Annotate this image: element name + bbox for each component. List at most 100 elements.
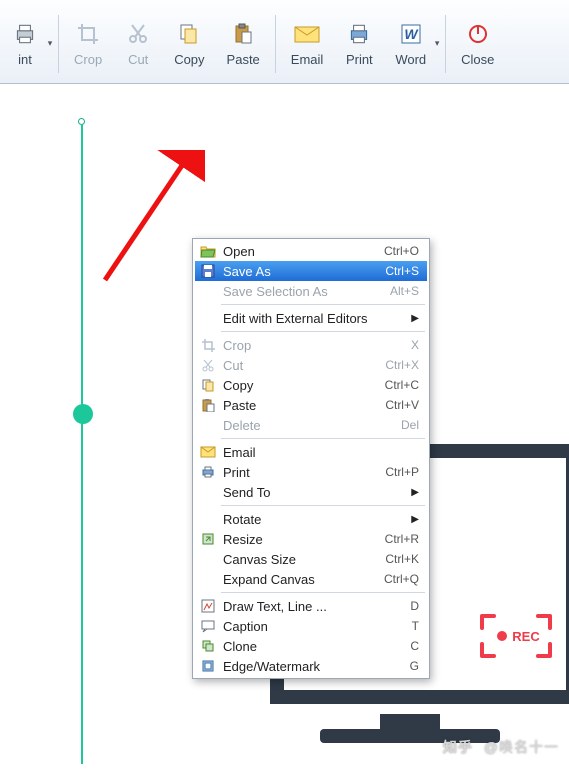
menu-item-label: Save Selection As: [223, 284, 390, 299]
menu-item-open[interactable]: OpenCtrl+O: [195, 241, 427, 261]
printer-icon: [345, 20, 373, 48]
menu-item-label: Clone: [223, 639, 410, 654]
menu-item-draw-text-line[interactable]: Draw Text, Line ...D: [195, 596, 427, 616]
separator: [275, 15, 276, 73]
submenu-arrow-icon: ▶: [411, 313, 419, 324]
menu-separator: [221, 438, 425, 439]
draw-icon: [197, 597, 219, 615]
clone-icon: [197, 637, 219, 655]
menu-item-shortcut: Del: [401, 418, 419, 432]
edge-icon: [197, 657, 219, 675]
menu-item-label: Delete: [223, 418, 401, 433]
menu-item-print[interactable]: PrintCtrl+P: [195, 462, 427, 482]
menu-item-save-as[interactable]: Save AsCtrl+S: [195, 261, 427, 281]
menu-item-shortcut: Ctrl+P: [385, 465, 419, 479]
menu-item-send-to[interactable]: Send To▶: [195, 482, 427, 502]
menu-separator: [221, 304, 425, 305]
caption-icon: [197, 617, 219, 635]
menu-item-caption[interactable]: CaptionT: [195, 616, 427, 636]
rec-badge: REC: [480, 614, 552, 658]
menu-separator: [221, 592, 425, 593]
word-button[interactable]: W Word: [386, 9, 435, 79]
cut-button[interactable]: Cut: [115, 9, 161, 79]
word-icon: W: [397, 20, 425, 48]
menu-item-shortcut: Ctrl+Q: [384, 572, 419, 586]
blank-icon: [197, 416, 219, 434]
folder-open-icon: [197, 242, 219, 260]
menu-item-shortcut: Ctrl+K: [385, 552, 419, 566]
paste-icon: [197, 396, 219, 414]
close-button[interactable]: Close: [452, 9, 503, 79]
print-button-2[interactable]: Print: [336, 9, 382, 79]
menu-item-label: Email: [223, 445, 419, 460]
svg-text:REC: REC: [512, 629, 540, 644]
menu-item-label: Draw Text, Line ...: [223, 599, 410, 614]
power-icon: [464, 20, 492, 48]
separator: [445, 15, 446, 73]
clipboard-icon: [229, 20, 257, 48]
menu-item-label: Resize: [223, 532, 385, 547]
menu-item-shortcut: T: [412, 619, 419, 633]
menu-item-label: Save As: [223, 264, 385, 279]
menu-item-shortcut: G: [410, 659, 419, 673]
resize-icon: [197, 530, 219, 548]
menu-item-email[interactable]: Email: [195, 442, 427, 462]
menu-item-shortcut: Ctrl+S: [385, 264, 419, 278]
toolbar: int ▾ Crop Cut Copy Paste Email: [0, 0, 569, 84]
copy-icon: [175, 20, 203, 48]
menu-item-label: Canvas Size: [223, 552, 385, 567]
dropdown-icon[interactable]: ▾: [433, 9, 441, 79]
blank-icon: [197, 510, 219, 528]
menu-item-cut: CutCtrl+X: [195, 355, 427, 375]
menu-item-label: Paste: [223, 398, 385, 413]
menu-item-expand-canvas[interactable]: Expand CanvasCtrl+Q: [195, 569, 427, 589]
crop-icon: [74, 20, 102, 48]
dropdown-icon[interactable]: ▾: [46, 9, 54, 79]
menu-item-resize[interactable]: ResizeCtrl+R: [195, 529, 427, 549]
menu-separator: [221, 331, 425, 332]
selection-edge[interactable]: [81, 124, 83, 764]
menu-item-save-selection-as: Save Selection AsAlt+S: [195, 281, 427, 301]
svg-text:W: W: [404, 26, 419, 42]
watermark: 知乎 @唤名十一: [443, 737, 559, 757]
menu-item-label: Cut: [223, 358, 385, 373]
context-menu: OpenCtrl+OSave AsCtrl+SSave Selection As…: [192, 238, 430, 679]
selection-handle-mid[interactable]: [73, 404, 93, 424]
submenu-arrow-icon: ▶: [411, 514, 419, 525]
blank-icon: [197, 309, 219, 327]
save-icon: [197, 262, 219, 280]
menu-item-copy[interactable]: CopyCtrl+C: [195, 375, 427, 395]
menu-item-paste[interactable]: PasteCtrl+V: [195, 395, 427, 415]
menu-item-shortcut: Ctrl+O: [384, 244, 419, 258]
menu-item-label: Copy: [223, 378, 385, 393]
menu-item-canvas-size[interactable]: Canvas SizeCtrl+K: [195, 549, 427, 569]
menu-item-crop: CropX: [195, 335, 427, 355]
cut-icon: [197, 356, 219, 374]
paste-button[interactable]: Paste: [218, 9, 269, 79]
blank-icon: [197, 550, 219, 568]
menu-item-label: Expand Canvas: [223, 572, 384, 587]
menu-item-shortcut: Ctrl+C: [385, 378, 419, 392]
menu-item-edge-watermark[interactable]: Edge/WatermarkG: [195, 656, 427, 676]
menu-item-label: Print: [223, 465, 385, 480]
scissors-icon: [124, 20, 152, 48]
menu-item-shortcut: D: [410, 599, 419, 613]
copy-button[interactable]: Copy: [165, 9, 213, 79]
menu-item-rotate[interactable]: Rotate▶: [195, 509, 427, 529]
print-button[interactable]: int: [2, 9, 48, 79]
email-button[interactable]: Email: [282, 9, 333, 79]
print-icon: [197, 463, 219, 481]
author-text: @唤名十一: [484, 739, 559, 755]
brand-text: 知乎: [443, 739, 473, 755]
menu-item-shortcut: C: [410, 639, 419, 653]
envelope-icon: [293, 20, 321, 48]
menu-item-label: Edit with External Editors: [223, 311, 411, 326]
menu-item-edit-with-external-editors[interactable]: Edit with External Editors▶: [195, 308, 427, 328]
email-icon: [197, 443, 219, 461]
menu-item-label: Open: [223, 244, 384, 259]
menu-item-label: Rotate: [223, 512, 411, 527]
menu-item-clone[interactable]: CloneC: [195, 636, 427, 656]
copy-icon: [197, 376, 219, 394]
crop-button[interactable]: Crop: [65, 9, 111, 79]
menu-separator: [221, 505, 425, 506]
